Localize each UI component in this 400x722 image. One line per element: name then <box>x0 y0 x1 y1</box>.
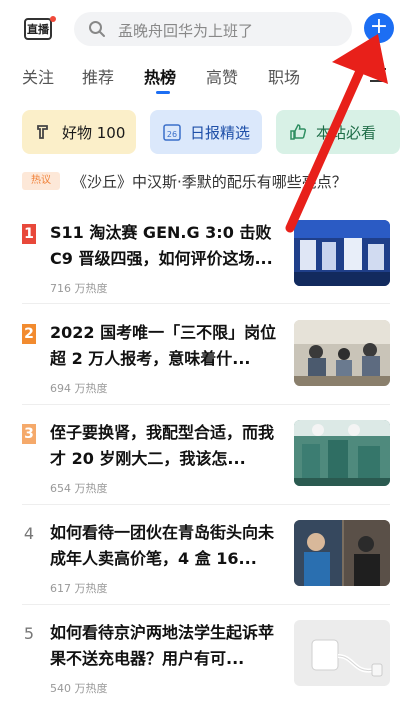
thumb-up-icon <box>290 124 307 140</box>
list-item[interactable]: 3 侄子要换肾，我配型合适，而我才 20 岁刚大二，我该怎... 654 万热度 <box>0 420 400 522</box>
notification-dot <box>50 16 56 22</box>
rank-badge: 1 <box>22 224 36 244</box>
surgery-thumbnail-image <box>294 420 390 486</box>
live-label: 直播 <box>27 23 49 36</box>
rank-number: 5 <box>23 624 35 643</box>
tab-hot-list[interactable]: 热榜 <box>144 64 176 88</box>
calendar-icon: 26 <box>163 124 181 141</box>
tab-recommend[interactable]: 推荐 <box>82 64 114 88</box>
live-button[interactable]: 直播 <box>24 16 56 44</box>
charger-thumbnail-image <box>294 620 390 686</box>
exam-room-thumbnail-image <box>294 320 390 386</box>
card-must-see[interactable]: 本站必看 <box>276 110 400 154</box>
item-title[interactable]: S11 淘汰赛 GEN.G 3:0 击败 C9 晋级四强，如何评价这场... <box>50 220 286 272</box>
heat-count: 694 万热度 <box>50 382 108 395</box>
heat-count: 654 万热度 <box>50 482 108 495</box>
rank-badge: 3 <box>22 424 36 444</box>
heat-count: 716 万热度 <box>50 282 108 295</box>
item-title[interactable]: 如何看待京沪两地法学生起诉苹果不送充电器？用户有可... <box>50 620 286 672</box>
card-label: 好物 100 <box>62 124 126 142</box>
top-bar: 直播 孟晚舟回华为上班了 + <box>0 0 400 58</box>
street-thumbnail-image <box>294 520 390 586</box>
card-daily-picks[interactable]: 26 日报精选 <box>150 110 262 154</box>
card-good-stuff[interactable]: 好物 100 <box>22 110 136 154</box>
esports-thumbnail-image <box>294 220 390 286</box>
divider <box>22 404 390 405</box>
card-label: 本站必看 <box>316 124 377 142</box>
search-placeholder: 孟晚舟回华为上班了 <box>118 22 254 40</box>
list-item[interactable]: 4 如何看待一团伙在青岛街头向未成年人卖高价笔，4 盒 16... 617 万热… <box>0 520 400 622</box>
active-tab-indicator <box>156 91 170 94</box>
hot-topic-strip[interactable]: 热议 《沙丘》中汉斯·季默的配乐有哪些亮点？ <box>22 170 382 194</box>
heat-count: 617 万热度 <box>50 582 108 595</box>
tab-workplace[interactable]: 职场 <box>268 64 300 88</box>
list-item[interactable]: 5 如何看待京沪两地法学生起诉苹果不送充电器？用户有可... 540 万热度 <box>0 620 400 722</box>
hot-tag: 热议 <box>22 172 60 190</box>
divider <box>22 604 390 605</box>
hot-topic-text: 《沙丘》中汉斯·季默的配乐有哪些亮点？ <box>72 173 347 191</box>
card-label: 日报精选 <box>190 124 251 142</box>
tag-icon <box>37 125 48 139</box>
rank-number: 4 <box>23 524 35 543</box>
item-title[interactable]: 侄子要换肾，我配型合适，而我才 20 岁刚大二，我该怎... <box>50 420 286 472</box>
item-title[interactable]: 如何看待一团伙在青岛街头向未成年人卖高价笔，4 盒 16... <box>50 520 286 572</box>
tab-bar: 关注 推荐 热榜 高赞 职场 <box>0 60 400 96</box>
tab-follow[interactable]: 关注 <box>22 64 54 88</box>
menu-icon[interactable] <box>370 68 386 82</box>
tab-top-liked[interactable]: 高赞 <box>206 64 238 88</box>
list-item[interactable]: 2 2022 国考唯一「三不限」岗位超 2 万人报考，意味着什... 694 万… <box>0 320 400 422</box>
divider <box>22 303 390 304</box>
list-item[interactable]: 1 S11 淘汰赛 GEN.G 3:0 击败 C9 晋级四强，如何评价这场...… <box>0 220 400 322</box>
divider <box>22 504 390 505</box>
svg-text:26: 26 <box>167 130 177 139</box>
heat-count: 540 万热度 <box>50 682 108 695</box>
rank-badge: 2 <box>22 324 36 344</box>
plus-button[interactable]: + <box>364 13 394 43</box>
search-icon <box>89 21 105 37</box>
search-input[interactable]: 孟晚舟回华为上班了 <box>74 12 352 46</box>
item-title[interactable]: 2022 国考唯一「三不限」岗位超 2 万人报考，意味着什... <box>50 320 286 372</box>
